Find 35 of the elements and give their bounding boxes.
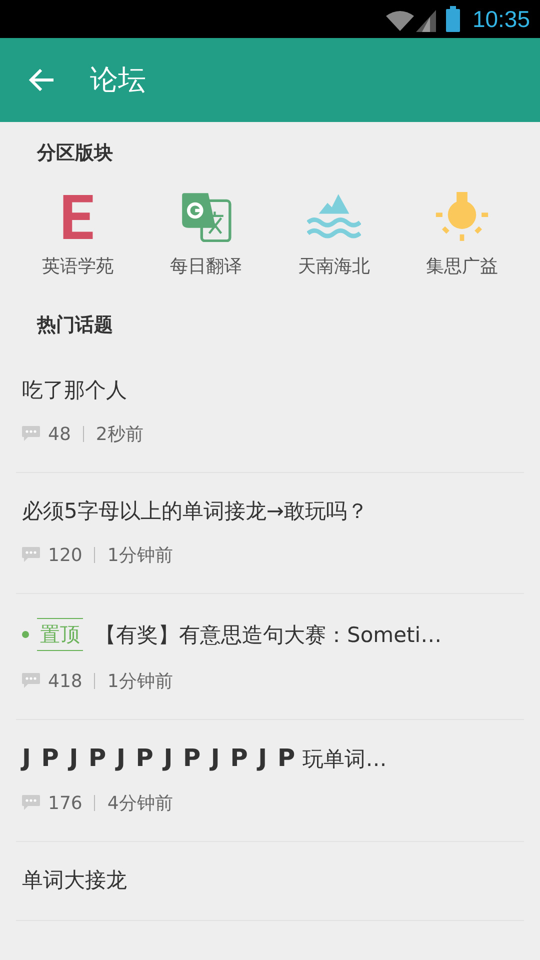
comment-count: 176 bbox=[48, 792, 82, 814]
section-heading: 分区版块 bbox=[36, 141, 114, 166]
clock-text: 10:35 bbox=[472, 6, 530, 32]
topic-item[interactable]: 置顶 【有奖】有意思造句大赛：Someti… 418 1分钟前 bbox=[16, 594, 524, 720]
screen-title: 论坛 bbox=[90, 62, 146, 98]
comment-icon bbox=[22, 547, 40, 563]
comment-icon bbox=[22, 673, 40, 689]
topic-title: J P J P J P J P J P J P 玩单词… bbox=[22, 744, 387, 773]
comment-count: 418 bbox=[48, 670, 82, 692]
forum-section-button[interactable]: 英语学苑 bbox=[14, 186, 142, 284]
topic-title: 吃了那个人 bbox=[22, 377, 127, 404]
comment-icon bbox=[22, 795, 40, 811]
topic-title: 单词大接龙 bbox=[22, 867, 127, 894]
topic-title: 【有奖】有意思造句大赛：Someti… bbox=[95, 622, 442, 648]
comment-icon bbox=[22, 426, 40, 442]
wifi-icon bbox=[386, 10, 414, 32]
post-time: 2秒前 bbox=[96, 423, 144, 446]
topic-title: 必须5字母以上的单词接龙→敢玩吗？ bbox=[22, 498, 368, 525]
battery-icon bbox=[446, 6, 460, 32]
signal-icon bbox=[416, 10, 436, 32]
post-time: 4分钟前 bbox=[107, 792, 173, 815]
topic-item[interactable]: 吃了那个人 48 2秒前 bbox=[16, 352, 524, 473]
topic-item[interactable]: J P J P J P J P J P J P 玩单词… 176 4分钟前 bbox=[16, 720, 524, 842]
post-time: 1分钟前 bbox=[107, 544, 173, 567]
topic-item[interactable]: 必须5字母以上的单词接龙→敢玩吗？ 120 1分钟前 bbox=[16, 473, 524, 594]
comment-count: 48 bbox=[48, 424, 71, 444]
pinned-tag: 置顶 bbox=[37, 618, 83, 651]
forum-section-button[interactable]: 天南海北 bbox=[270, 186, 398, 284]
back-arrow-icon bbox=[28, 69, 54, 91]
topic-item[interactable]: 单词大接龙 bbox=[16, 842, 524, 921]
forum-section-button[interactable]: 集思广益 bbox=[398, 186, 526, 284]
forum-section-button[interactable]: 每日翻译 bbox=[142, 186, 270, 284]
section-heading: 热门话题 bbox=[36, 313, 114, 338]
post-time: 1分钟前 bbox=[107, 670, 173, 693]
comment-count: 120 bbox=[48, 544, 82, 566]
